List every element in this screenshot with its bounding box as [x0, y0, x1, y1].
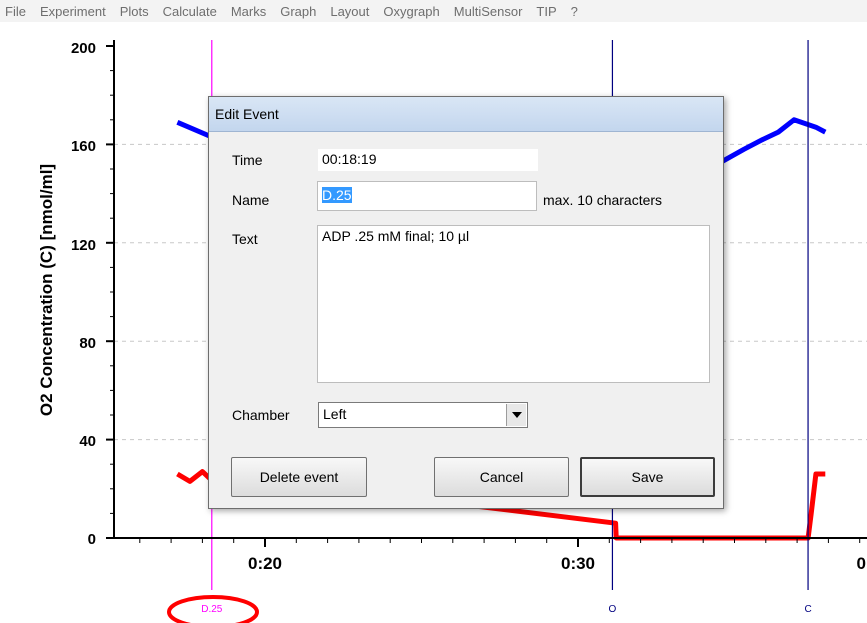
menu-tip[interactable]: TIP — [529, 4, 563, 19]
y-tick-label: 80 — [79, 335, 96, 352]
menu-graph[interactable]: Graph — [273, 4, 323, 19]
time-value-text: 00:18:19 — [322, 151, 377, 167]
text-label: Text — [232, 231, 258, 247]
text-area[interactable]: ADP .25 mM final; 10 µl — [317, 225, 710, 383]
y-tick-labels: 200 160 120 80 40 0 — [71, 40, 96, 548]
menu-plots[interactable]: Plots — [113, 4, 156, 19]
y-tick-label: 200 — [71, 40, 96, 57]
menu-layout[interactable]: Layout — [323, 4, 376, 19]
y-tick-label: 120 — [71, 237, 96, 254]
cancel-button[interactable]: Cancel — [434, 457, 569, 497]
y-tick-label: 160 — [71, 138, 96, 155]
text-area-value: ADP .25 mM final; 10 µl — [322, 228, 470, 244]
x-tick-labels: 0:20 0:30 0 — [248, 554, 866, 573]
menu-experiment[interactable]: Experiment — [33, 4, 113, 19]
chamber-label: Chamber — [232, 407, 290, 423]
menu-bar: File Experiment Plots Calculate Marks Gr… — [0, 0, 867, 22]
menu-marks[interactable]: Marks — [224, 4, 273, 19]
dialog-titlebar[interactable]: Edit Event — [209, 97, 723, 132]
x-tick-label: 0 — [857, 554, 866, 573]
dialog-title: Edit Event — [215, 106, 279, 122]
y-tick-label: 0 — [88, 531, 96, 548]
name-input[interactable]: D.25 — [317, 181, 537, 211]
x-tick-label: 0:30 — [561, 554, 595, 573]
chevron-down-icon[interactable] — [506, 404, 526, 426]
name-input-value: D.25 — [322, 187, 352, 203]
menu-calculate[interactable]: Calculate — [156, 4, 224, 19]
save-button[interactable]: Save — [580, 457, 715, 497]
event-label[interactable]: D.25 — [201, 604, 223, 615]
event-label[interactable]: O — [609, 604, 617, 615]
event-label[interactable]: C — [804, 604, 811, 615]
y-axis-title: O2 Concentration (C) [nmol/ml] — [37, 164, 56, 416]
time-value: 00:18:19 — [317, 148, 539, 172]
menu-help[interactable]: ? — [564, 4, 585, 19]
chamber-select[interactable]: Left — [318, 402, 528, 428]
menu-oxygraph[interactable]: Oxygraph — [376, 4, 446, 19]
menu-file[interactable]: File — [0, 4, 33, 19]
time-label: Time — [232, 152, 263, 168]
menu-multisensor[interactable]: MultiSensor — [447, 4, 530, 19]
name-hint: max. 10 characters — [543, 192, 663, 208]
name-label: Name — [232, 192, 270, 208]
edit-event-dialog: Edit Event Time 00:18:19 Name D.25 max. … — [208, 96, 724, 509]
y-tick-label: 40 — [79, 433, 96, 450]
x-tick-label: 0:20 — [248, 554, 282, 573]
chamber-select-value: Left — [323, 406, 347, 422]
delete-event-button[interactable]: Delete event — [231, 457, 367, 497]
